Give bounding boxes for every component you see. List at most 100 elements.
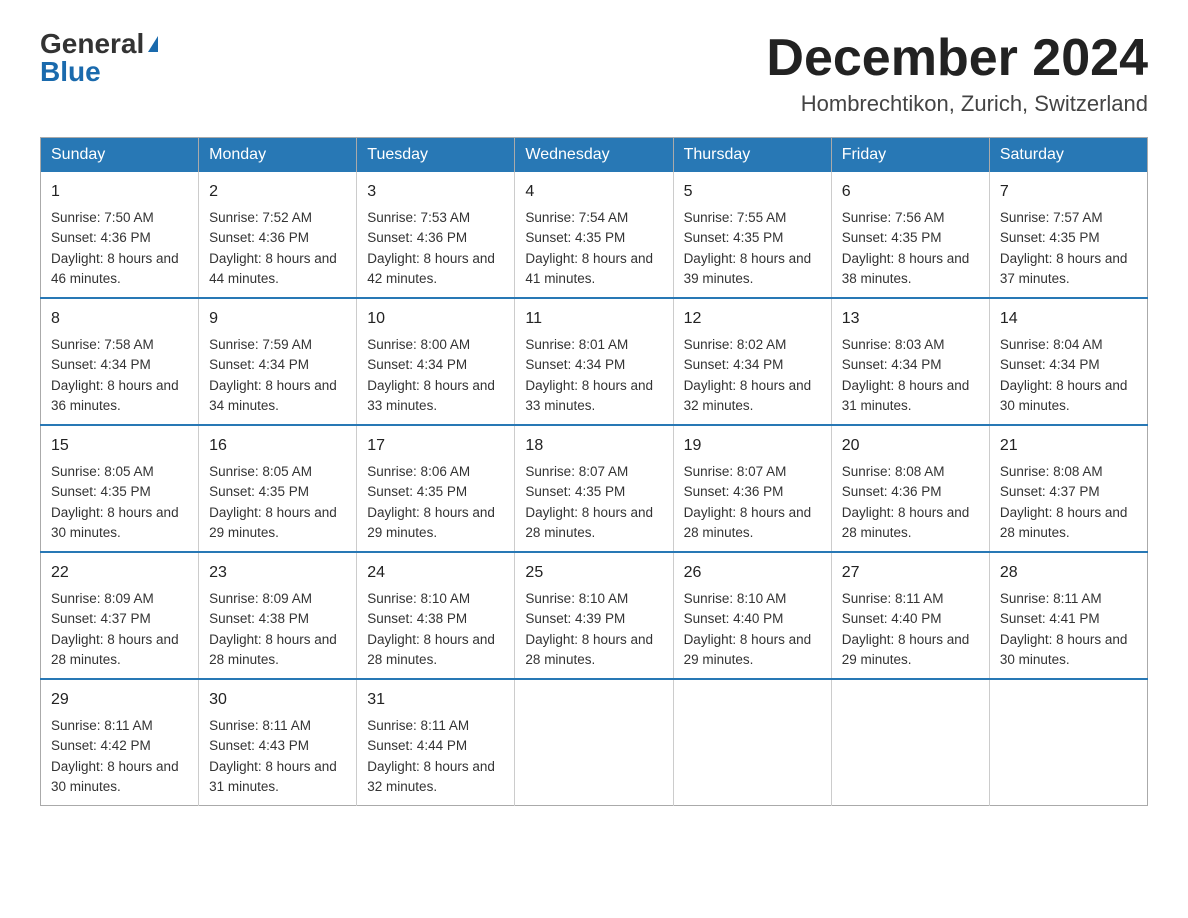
day-info: Sunrise: 7:52 AMSunset: 4:36 PMDaylight:… [209,208,346,289]
header-monday: Monday [199,138,357,173]
day-number: 5 [684,180,821,204]
week-row-1: 1 Sunrise: 7:50 AMSunset: 4:36 PMDayligh… [41,172,1148,298]
day-cell: 18 Sunrise: 8:07 AMSunset: 4:35 PMDaylig… [515,425,673,552]
header-friday: Friday [831,138,989,173]
day-info: Sunrise: 8:10 AMSunset: 4:38 PMDaylight:… [367,589,504,670]
logo-general-text: General [40,30,144,58]
day-info: Sunrise: 7:53 AMSunset: 4:36 PMDaylight:… [367,208,504,289]
day-cell: 3 Sunrise: 7:53 AMSunset: 4:36 PMDayligh… [357,172,515,298]
header-thursday: Thursday [673,138,831,173]
week-row-2: 8 Sunrise: 7:58 AMSunset: 4:34 PMDayligh… [41,298,1148,425]
day-cell: 24 Sunrise: 8:10 AMSunset: 4:38 PMDaylig… [357,552,515,679]
day-cell: 23 Sunrise: 8:09 AMSunset: 4:38 PMDaylig… [199,552,357,679]
day-number: 31 [367,688,504,712]
day-cell: 13 Sunrise: 8:03 AMSunset: 4:34 PMDaylig… [831,298,989,425]
day-number: 11 [525,307,662,331]
day-info: Sunrise: 8:10 AMSunset: 4:40 PMDaylight:… [684,589,821,670]
week-row-3: 15 Sunrise: 8:05 AMSunset: 4:35 PMDaylig… [41,425,1148,552]
day-number: 25 [525,561,662,585]
day-number: 18 [525,434,662,458]
day-info: Sunrise: 8:11 AMSunset: 4:44 PMDaylight:… [367,716,504,797]
day-info: Sunrise: 8:08 AMSunset: 4:36 PMDaylight:… [842,462,979,543]
day-cell [989,679,1147,806]
month-title: December 2024 [766,30,1148,87]
day-number: 3 [367,180,504,204]
day-cell: 10 Sunrise: 8:00 AMSunset: 4:34 PMDaylig… [357,298,515,425]
page-header: General Blue December 2024 Hombrechtikon… [40,30,1148,117]
day-cell: 30 Sunrise: 8:11 AMSunset: 4:43 PMDaylig… [199,679,357,806]
day-number: 24 [367,561,504,585]
day-info: Sunrise: 7:57 AMSunset: 4:35 PMDaylight:… [1000,208,1137,289]
day-cell: 28 Sunrise: 8:11 AMSunset: 4:41 PMDaylig… [989,552,1147,679]
day-info: Sunrise: 8:04 AMSunset: 4:34 PMDaylight:… [1000,335,1137,416]
week-row-5: 29 Sunrise: 8:11 AMSunset: 4:42 PMDaylig… [41,679,1148,806]
day-number: 17 [367,434,504,458]
day-number: 21 [1000,434,1137,458]
day-info: Sunrise: 7:50 AMSunset: 4:36 PMDaylight:… [51,208,188,289]
header-wednesday: Wednesday [515,138,673,173]
day-number: 1 [51,180,188,204]
calendar-table: SundayMondayTuesdayWednesdayThursdayFrid… [40,137,1148,806]
day-cell: 9 Sunrise: 7:59 AMSunset: 4:34 PMDayligh… [199,298,357,425]
day-number: 7 [1000,180,1137,204]
logo-blue-text: Blue [40,58,101,86]
day-number: 15 [51,434,188,458]
day-info: Sunrise: 7:55 AMSunset: 4:35 PMDaylight:… [684,208,821,289]
day-number: 12 [684,307,821,331]
day-cell: 6 Sunrise: 7:56 AMSunset: 4:35 PMDayligh… [831,172,989,298]
day-info: Sunrise: 8:11 AMSunset: 4:40 PMDaylight:… [842,589,979,670]
header-sunday: Sunday [41,138,199,173]
day-info: Sunrise: 8:11 AMSunset: 4:42 PMDaylight:… [51,716,188,797]
day-number: 13 [842,307,979,331]
day-number: 19 [684,434,821,458]
title-block: December 2024 Hombrechtikon, Zurich, Swi… [766,30,1148,117]
day-cell [831,679,989,806]
day-cell: 26 Sunrise: 8:10 AMSunset: 4:40 PMDaylig… [673,552,831,679]
logo: General Blue [40,30,158,86]
day-number: 26 [684,561,821,585]
day-cell: 1 Sunrise: 7:50 AMSunset: 4:36 PMDayligh… [41,172,199,298]
day-info: Sunrise: 7:59 AMSunset: 4:34 PMDaylight:… [209,335,346,416]
day-number: 4 [525,180,662,204]
day-cell: 4 Sunrise: 7:54 AMSunset: 4:35 PMDayligh… [515,172,673,298]
day-cell: 17 Sunrise: 8:06 AMSunset: 4:35 PMDaylig… [357,425,515,552]
day-cell: 31 Sunrise: 8:11 AMSunset: 4:44 PMDaylig… [357,679,515,806]
day-number: 29 [51,688,188,712]
day-number: 20 [842,434,979,458]
day-cell: 25 Sunrise: 8:10 AMSunset: 4:39 PMDaylig… [515,552,673,679]
day-info: Sunrise: 8:08 AMSunset: 4:37 PMDaylight:… [1000,462,1137,543]
day-number: 23 [209,561,346,585]
day-cell [515,679,673,806]
day-info: Sunrise: 8:09 AMSunset: 4:38 PMDaylight:… [209,589,346,670]
day-cell: 5 Sunrise: 7:55 AMSunset: 4:35 PMDayligh… [673,172,831,298]
day-info: Sunrise: 8:10 AMSunset: 4:39 PMDaylight:… [525,589,662,670]
day-info: Sunrise: 7:56 AMSunset: 4:35 PMDaylight:… [842,208,979,289]
day-cell: 8 Sunrise: 7:58 AMSunset: 4:34 PMDayligh… [41,298,199,425]
day-cell: 16 Sunrise: 8:05 AMSunset: 4:35 PMDaylig… [199,425,357,552]
day-number: 27 [842,561,979,585]
header-tuesday: Tuesday [357,138,515,173]
day-info: Sunrise: 8:07 AMSunset: 4:36 PMDaylight:… [684,462,821,543]
day-info: Sunrise: 7:58 AMSunset: 4:34 PMDaylight:… [51,335,188,416]
day-info: Sunrise: 8:05 AMSunset: 4:35 PMDaylight:… [209,462,346,543]
day-info: Sunrise: 8:05 AMSunset: 4:35 PMDaylight:… [51,462,188,543]
day-info: Sunrise: 8:11 AMSunset: 4:43 PMDaylight:… [209,716,346,797]
day-info: Sunrise: 8:09 AMSunset: 4:37 PMDaylight:… [51,589,188,670]
day-cell: 22 Sunrise: 8:09 AMSunset: 4:37 PMDaylig… [41,552,199,679]
day-info: Sunrise: 8:07 AMSunset: 4:35 PMDaylight:… [525,462,662,543]
header-row: SundayMondayTuesdayWednesdayThursdayFrid… [41,138,1148,173]
day-cell: 12 Sunrise: 8:02 AMSunset: 4:34 PMDaylig… [673,298,831,425]
day-number: 8 [51,307,188,331]
day-info: Sunrise: 8:03 AMSunset: 4:34 PMDaylight:… [842,335,979,416]
day-cell: 27 Sunrise: 8:11 AMSunset: 4:40 PMDaylig… [831,552,989,679]
day-cell: 19 Sunrise: 8:07 AMSunset: 4:36 PMDaylig… [673,425,831,552]
day-number: 6 [842,180,979,204]
location-text: Hombrechtikon, Zurich, Switzerland [766,91,1148,117]
day-cell: 15 Sunrise: 8:05 AMSunset: 4:35 PMDaylig… [41,425,199,552]
day-info: Sunrise: 8:02 AMSunset: 4:34 PMDaylight:… [684,335,821,416]
day-info: Sunrise: 8:00 AMSunset: 4:34 PMDaylight:… [367,335,504,416]
day-cell: 11 Sunrise: 8:01 AMSunset: 4:34 PMDaylig… [515,298,673,425]
day-number: 16 [209,434,346,458]
day-info: Sunrise: 8:06 AMSunset: 4:35 PMDaylight:… [367,462,504,543]
day-cell: 20 Sunrise: 8:08 AMSunset: 4:36 PMDaylig… [831,425,989,552]
